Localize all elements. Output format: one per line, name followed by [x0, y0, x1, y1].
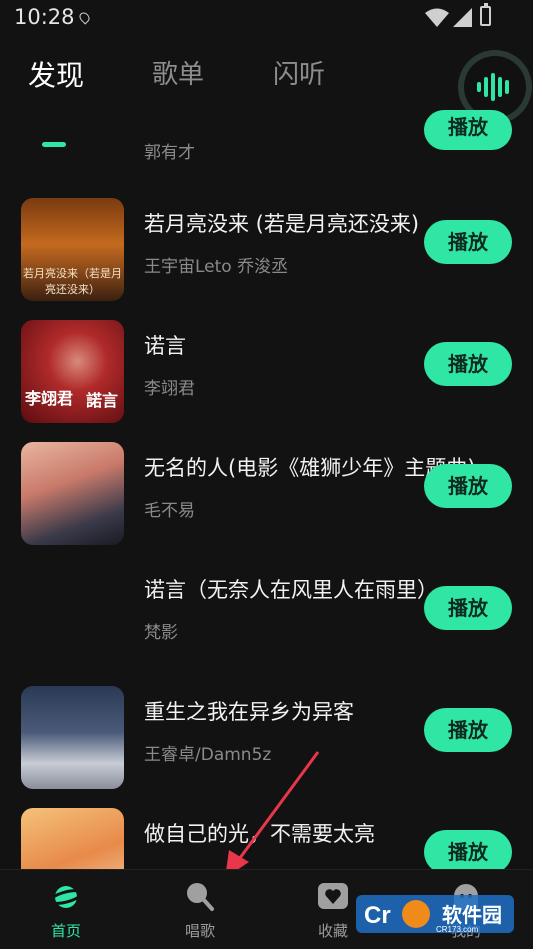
microphone-icon [187, 883, 214, 911]
song-title: 诺言（无奈人在风里人在雨里） [144, 578, 438, 602]
svg-text:Cr: Cr [364, 902, 391, 929]
status-time: 10:28 [14, 5, 75, 29]
watermark-text: 软件园 [442, 903, 502, 927]
song-artist: 梵影 [144, 623, 178, 643]
album-cover [21, 442, 124, 545]
play-button[interactable]: 播放 [424, 708, 512, 752]
watermark-logo: Cr 软件园 CR173.com [356, 895, 514, 934]
album-cover: 若月亮没来（若是月亮还没来） [21, 198, 124, 301]
nav-home[interactable]: 首页 [6, 870, 126, 949]
play-button[interactable]: 播放 [424, 830, 512, 869]
tab-playlists[interactable]: 歌单 [152, 54, 204, 91]
play-button[interactable]: 播放 [424, 464, 512, 508]
song-artist: 李翊君 [144, 379, 195, 399]
album-cover [21, 686, 124, 789]
nav-label-home: 首页 [50, 922, 81, 940]
tab-flash-listen[interactable]: 闪听 [273, 54, 325, 91]
signal-icon [453, 8, 472, 27]
song-title: 诺言 [144, 334, 186, 358]
song-row[interactable]: 郭有才 播放 [0, 90, 533, 180]
play-button[interactable]: 播放 [424, 342, 512, 386]
heart-icon [318, 883, 348, 909]
song-row[interactable]: 李翊君 諾言 诺言 李翊君 播放 [0, 314, 533, 436]
song-artist: 王宇宙Leto 乔浚丞 [144, 257, 289, 277]
location-icon [77, 10, 92, 25]
tab-discover[interactable]: 发现 [28, 54, 84, 94]
play-button[interactable]: 播放 [424, 220, 512, 264]
song-row[interactable]: 无名的人(电影《雄狮少年》主题曲) 毛不易 播放 [0, 436, 533, 558]
nav-label-sing: 唱歌 [184, 922, 215, 940]
play-button[interactable]: 播放 [424, 586, 512, 630]
nav-sing[interactable]: 唱歌 [140, 870, 260, 949]
song-row[interactable]: 诺言（无奈人在风里人在雨里） 梵影 播放 [0, 558, 533, 680]
album-cover [21, 808, 124, 869]
annotation-arrow-icon [225, 751, 320, 878]
song-title: 若月亮没来 (若是月亮还没来) [144, 212, 420, 236]
battery-icon [480, 3, 491, 26]
album-cover: 李翊君 諾言 [21, 320, 124, 423]
planet-icon [50, 886, 82, 908]
cover-caption-right: 諾言 [85, 391, 118, 410]
watermark-site: CR173.com [436, 925, 479, 934]
song-title: 重生之我在异乡为异客 [144, 700, 354, 724]
cover-caption-left: 李翊君 [25, 389, 74, 408]
song-artist: 毛不易 [144, 501, 195, 521]
play-button[interactable]: 播放 [424, 110, 512, 150]
cover-caption: 若月亮没来（若是月亮还没来） [23, 267, 122, 296]
song-artist: 郭有才 [144, 143, 195, 163]
wifi-icon [425, 8, 449, 27]
song-row[interactable]: 若月亮没来（若是月亮还没来） 若月亮没来 (若是月亮还没来) 王宇宙Leto 乔… [0, 192, 533, 314]
status-bar: 10:28 [0, 0, 533, 36]
